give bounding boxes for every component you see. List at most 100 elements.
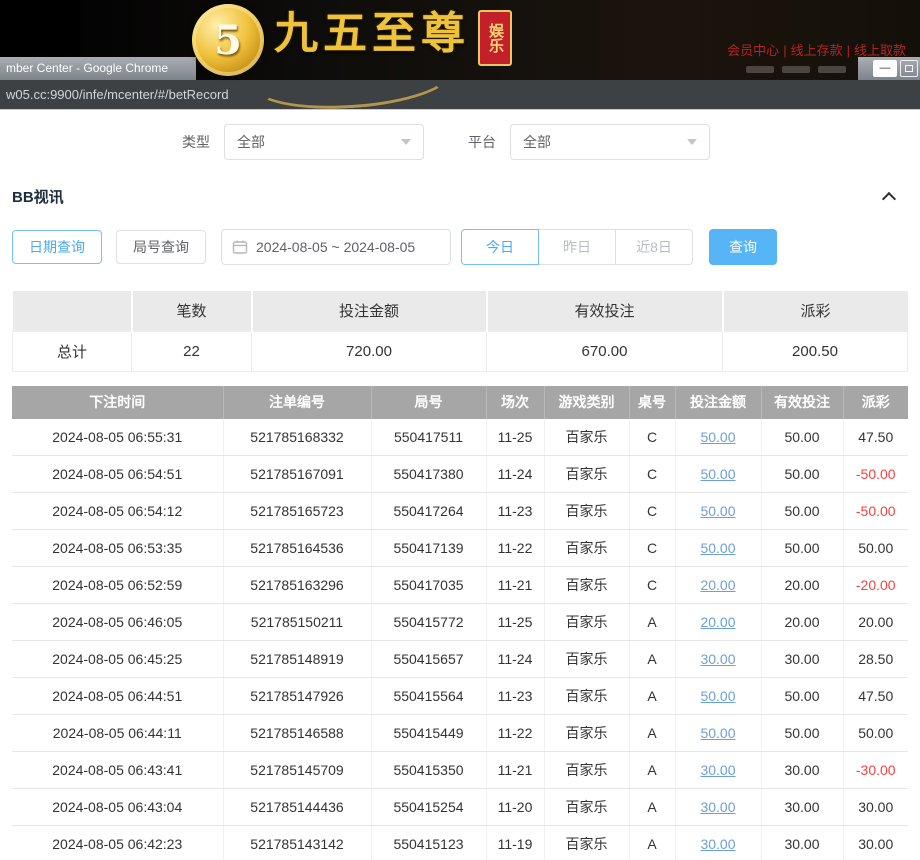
cell-round-no: 550415657	[371, 641, 486, 678]
col-header-table-no: 桌号	[629, 386, 675, 419]
top-link-2[interactable]: 线上取款	[854, 43, 906, 58]
cell-round-no: 550415254	[371, 789, 486, 826]
cell-session: 11-25	[486, 419, 544, 456]
summary-body-row: 总计22720.00670.00200.50	[13, 331, 908, 371]
cell-bet-amount[interactable]: 50.00	[675, 715, 761, 752]
cell-table-no: C	[629, 419, 675, 456]
cell-round-no: 550417139	[371, 530, 486, 567]
type-filter-label: 类型	[182, 132, 210, 152]
bet-table-body: 2024-08-05 06:55:31521785168332550417511…	[12, 419, 908, 860]
cell-bet-amount[interactable]: 20.00	[675, 604, 761, 641]
summary-value-cell: 总计	[13, 331, 132, 371]
cell-bet-time: 2024-08-05 06:43:41	[12, 752, 223, 789]
table-row: 2024-08-05 06:44:51521785147926550415564…	[12, 678, 908, 715]
chevron-down-icon	[687, 139, 697, 150]
platform-select[interactable]: 全部	[510, 124, 710, 160]
cell-valid-bet: 50.00	[761, 678, 843, 715]
window-controls: —	[858, 57, 920, 80]
cell-session: 11-21	[486, 752, 544, 789]
bet-table: 下注时间注单编号局号场次游戏类别桌号投注金额有效投注派彩 2024-08-05 …	[12, 386, 908, 860]
cell-bet-id: 521785143142	[223, 826, 371, 860]
today-button[interactable]: 今日	[461, 229, 539, 265]
top-link-1[interactable]: 线上存款	[791, 43, 843, 58]
cell-round-no: 550415123	[371, 826, 486, 860]
date-range-input[interactable]: 2024-08-05 ~ 2024-08-05	[221, 229, 451, 265]
cell-payout: -50.00	[843, 493, 908, 530]
cell-valid-bet: 20.00	[761, 567, 843, 604]
summary-value-cell: 22	[132, 331, 252, 371]
top-link-0[interactable]: 会员中心	[727, 43, 779, 58]
col-header-payout: 派彩	[843, 386, 908, 419]
chrome-titlebar: mber Center - Google Chrome	[0, 57, 196, 80]
cell-bet-id: 521785165723	[223, 493, 371, 530]
cell-game-type: 百家乐	[544, 419, 629, 456]
cell-table-no: A	[629, 752, 675, 789]
cell-bet-amount[interactable]: 50.00	[675, 530, 761, 567]
cell-valid-bet: 30.00	[761, 789, 843, 826]
cell-valid-bet: 50.00	[761, 493, 843, 530]
summary-value-cell: 670.00	[487, 331, 723, 371]
table-row: 2024-08-05 06:46:05521785150211550415772…	[12, 604, 908, 641]
cell-session: 11-24	[486, 456, 544, 493]
cell-bet-amount[interactable]: 30.00	[675, 752, 761, 789]
cell-table-no: A	[629, 604, 675, 641]
cell-bet-amount[interactable]: 30.00	[675, 789, 761, 826]
cell-valid-bet: 20.00	[761, 604, 843, 641]
logo-badge: 娱乐	[478, 10, 512, 66]
cell-bet-amount[interactable]: 50.00	[675, 456, 761, 493]
header-zone: 会员中心|线上存款|线上取款 5 九五至尊 娱乐 mber Center - G…	[0, 0, 920, 110]
obscured-account-text	[746, 66, 846, 73]
last8days-button[interactable]: 近8日	[615, 229, 693, 265]
cell-bet-id: 521785148919	[223, 641, 371, 678]
summary-header-cell	[13, 291, 132, 331]
corner-block	[0, 0, 80, 57]
cell-bet-amount[interactable]: 50.00	[675, 419, 761, 456]
top-link-separator: |	[847, 43, 850, 58]
cell-table-no: C	[629, 493, 675, 530]
address-bar[interactable]: w05.cc:9900/infe/mcenter/#/betRecord	[0, 80, 920, 110]
cell-bet-id: 521785168332	[223, 419, 371, 456]
cell-bet-amount[interactable]: 30.00	[675, 641, 761, 678]
cell-bet-id: 521785167091	[223, 456, 371, 493]
cell-bet-amount[interactable]: 50.00	[675, 493, 761, 530]
type-select[interactable]: 全部	[224, 124, 424, 160]
table-row: 2024-08-05 06:45:25521785148919550415657…	[12, 641, 908, 678]
summary-header-row: 笔数投注金额有效投注派彩	[13, 291, 908, 331]
cell-table-no: A	[629, 678, 675, 715]
search-button[interactable]: 查询	[709, 229, 777, 265]
summary-table: 笔数投注金额有效投注派彩 总计22720.00670.00200.50	[12, 291, 908, 372]
platform-select-value: 全部	[523, 132, 551, 152]
maximize-button[interactable]	[900, 60, 918, 77]
cell-bet-time: 2024-08-05 06:44:51	[12, 678, 223, 715]
cell-bet-id: 521785163296	[223, 567, 371, 604]
cell-bet-amount[interactable]: 30.00	[675, 826, 761, 860]
round-query-button[interactable]: 局号查询	[116, 230, 206, 264]
date-query-button[interactable]: 日期查询	[12, 230, 102, 264]
cell-payout: 30.00	[843, 826, 908, 860]
cell-bet-amount[interactable]: 50.00	[675, 678, 761, 715]
summary-value-cell: 720.00	[252, 331, 487, 371]
cell-round-no: 550417380	[371, 456, 486, 493]
cell-round-no: 550417511	[371, 419, 486, 456]
cell-payout: 47.50	[843, 678, 908, 715]
minimize-button[interactable]: —	[873, 60, 897, 77]
yesterday-button[interactable]: 昨日	[538, 229, 616, 265]
cell-payout: 50.00	[843, 715, 908, 752]
col-header-bet-id: 注单编号	[223, 386, 371, 419]
maximize-icon	[905, 65, 913, 72]
cell-round-no: 550417035	[371, 567, 486, 604]
cell-session: 11-21	[486, 567, 544, 604]
cell-bet-amount[interactable]: 20.00	[675, 567, 761, 604]
col-header-bet-amount: 投注金额	[675, 386, 761, 419]
cell-session: 11-20	[486, 789, 544, 826]
collapse-chevron-up-icon[interactable]	[882, 191, 896, 205]
cell-table-no: C	[629, 456, 675, 493]
table-row: 2024-08-05 06:53:35521785164536550417139…	[12, 530, 908, 567]
cell-round-no: 550415772	[371, 604, 486, 641]
type-select-value: 全部	[237, 132, 265, 152]
date-shortcut-group: 今日 昨日 近8日	[461, 229, 693, 265]
cell-game-type: 百家乐	[544, 641, 629, 678]
cell-round-no: 550415449	[371, 715, 486, 752]
table-row: 2024-08-05 06:54:12521785165723550417264…	[12, 493, 908, 530]
cell-bet-time: 2024-08-05 06:55:31	[12, 419, 223, 456]
